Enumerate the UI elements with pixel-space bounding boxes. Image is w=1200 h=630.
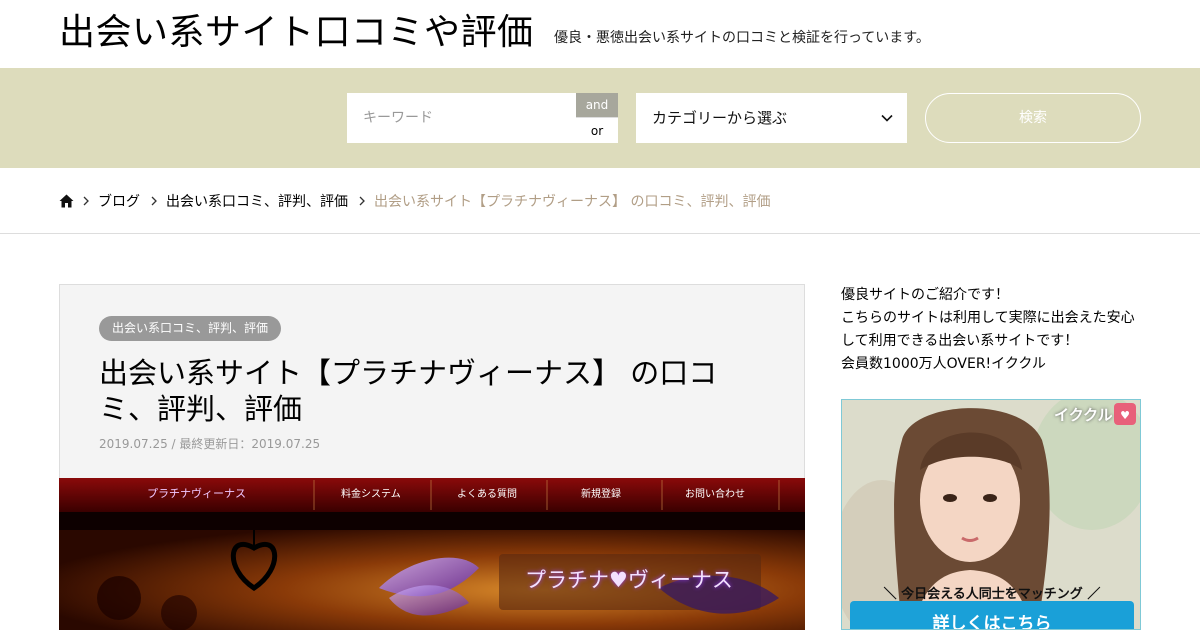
or-option[interactable]: or <box>576 117 618 143</box>
ad-tagline: ＼ 今日会える人同士をマッチング ／ <box>883 587 1101 602</box>
article-header: 出会い系口コミ、評判、評価 出会い系サイト【プラチナヴィーナス】 の口コミ、評判… <box>59 284 805 478</box>
sidebar-line: こちらのサイトは利用して実際に出会えた安心して利用できる出会い系サイトです！ <box>841 310 1135 349</box>
breadcrumb-item[interactable]: ブログ <box>98 191 140 211</box>
breadcrumb: ブログ 出会い系口コミ、評判、評価 出会い系サイト【プラチナヴィーナス】 の口コ… <box>59 189 770 213</box>
hero-logo: プラチナヴィーナス <box>147 487 246 500</box>
chevron-right-icon <box>151 196 157 206</box>
hero-nav-item: よくある質問 <box>457 489 517 500</box>
and-option[interactable]: and <box>576 93 618 117</box>
site-header: 出会い系サイト口コミや評価 優良・悪徳出会い系サイトの口コミと検証を行っています… <box>0 0 1200 68</box>
sidebar-line: 優良サイトのご紹介です！ <box>841 287 1009 303</box>
hero-nav-item: お問い合わせ <box>685 489 745 500</box>
ad-brand: イククル <box>1054 406 1113 424</box>
sidebar-intro: 優良サイトのご紹介です！ こちらのサイトは利用して実際に出会えた安心して利用でき… <box>841 284 1141 376</box>
chevron-down-icon <box>881 114 893 122</box>
and-or-toggle: and or <box>576 93 618 143</box>
site-description: 優良・悪徳出会い系サイトの口コミと検証を行っています。 <box>554 30 930 46</box>
site-title[interactable]: 出会い系サイト口コミや評価 <box>59 10 534 56</box>
hero-nav-item: 料金システム <box>341 489 401 500</box>
category-select[interactable]: カテゴリーから選ぶ <box>636 93 907 143</box>
home-icon[interactable] <box>59 194 74 208</box>
search-button[interactable]: 検索 <box>925 93 1141 143</box>
article-hero-image: プラチナヴィーナス 料金システム よくある質問 新規登録 お問い合わせ プラチナ… <box>59 478 805 630</box>
hero-nav-item: 新規登録 <box>581 489 621 500</box>
keyword-input[interactable]: キーワード <box>347 93 576 143</box>
sidebar-line: 会員数1000万人OVER!イククル <box>841 356 1046 372</box>
chevron-right-icon <box>83 196 89 206</box>
category-badge[interactable]: 出会い系口コミ、評判、評価 <box>99 316 282 341</box>
breadcrumb-divider <box>0 233 1200 234</box>
sidebar-ad-banner[interactable]: ♥ イククル ＼ 今日会える人同士をマッチング ／ 詳しくはこちら <box>841 399 1141 630</box>
breadcrumb-item[interactable]: 出会い系口コミ、評判、評価 <box>166 191 348 211</box>
post-date: 2019.07.25 / 最終更新日：2019.07.25 <box>99 437 321 451</box>
ad-cta-button[interactable]: 詳しくはこちら <box>850 609 1134 629</box>
search-bar: キーワード and or カテゴリーから選ぶ 検索 <box>0 68 1200 168</box>
breadcrumb-current: 出会い系サイト【プラチナヴィーナス】 の口コミ、評判、評価 <box>374 194 771 210</box>
category-select-value: カテゴリーから選ぶ <box>652 109 788 127</box>
post-title: 出会い系サイト【プラチナヴィーナス】 の口コミ、評判、評価 <box>99 356 718 426</box>
hero-banner-title: プラチナ♥ヴィーナス <box>525 568 733 592</box>
svg-text:♥: ♥ <box>1120 409 1130 422</box>
chevron-right-icon <box>359 196 365 206</box>
